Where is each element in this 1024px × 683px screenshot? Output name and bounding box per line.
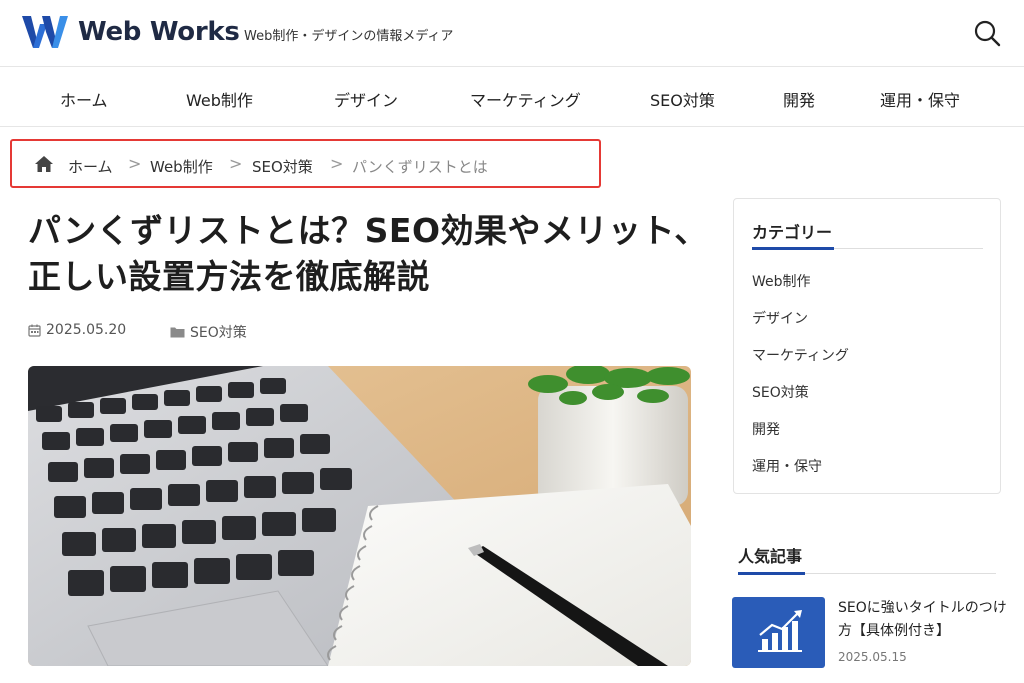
- post-category[interactable]: SEO対策: [170, 322, 247, 342]
- article-title-line2: 正しい設置方法を徹底解説: [28, 257, 430, 296]
- chart-up-icon: [758, 610, 802, 652]
- heading-underline: [738, 572, 805, 575]
- nav-item-design[interactable]: デザイン: [334, 87, 398, 111]
- breadcrumb-item-web[interactable]: Web制作: [150, 156, 213, 177]
- search-icon: [974, 20, 1001, 47]
- category-item-maintenance[interactable]: 運用・保守: [752, 456, 822, 476]
- breadcrumb-item-seo[interactable]: SEO対策: [252, 156, 313, 177]
- category-item-seo[interactable]: SEO対策: [752, 382, 809, 402]
- nav-item-home[interactable]: ホーム: [60, 87, 108, 111]
- category-item-design[interactable]: デザイン: [752, 308, 808, 328]
- global-nav: ホーム Web制作 デザイン マーケティング SEO対策 開発 運用・保守: [0, 68, 1024, 127]
- search-button[interactable]: [970, 16, 1004, 50]
- nav-item-seo[interactable]: SEO対策: [650, 87, 715, 111]
- breadcrumb-item-home[interactable]: ホーム: [68, 156, 113, 177]
- popular-post-title[interactable]: SEOに強いタイトルのつけ方【具体例付き】: [838, 597, 1008, 643]
- post-category-text: SEO対策: [190, 325, 247, 341]
- article-title-line1: パンくずリストとは？SEO効果やメリット、: [28, 211, 708, 250]
- post-date-text: 2025.05.20: [46, 322, 127, 338]
- hero-illustration: [28, 366, 691, 666]
- calendar-icon: [28, 324, 41, 337]
- site-tagline: Web制作・デザインの情報メディア: [244, 29, 454, 44]
- breadcrumb-current: パンくずリストとは: [352, 158, 488, 176]
- popular-heading: 人気記事: [738, 547, 803, 566]
- popular-post-thumbnail[interactable]: [732, 597, 825, 668]
- heading-underline: [752, 247, 834, 250]
- nav-item-marketing[interactable]: マーケティング: [470, 87, 581, 111]
- category-item-dev[interactable]: 開発: [752, 419, 780, 439]
- breadcrumb: ホーム > Web制作 > SEO対策 > パンくずリストとは: [10, 139, 601, 188]
- post-date: 2025.05.20: [28, 322, 126, 338]
- breadcrumb-separator: >: [330, 154, 344, 173]
- category-item-web[interactable]: Web制作: [752, 271, 811, 291]
- category-widget: カテゴリー Web制作 デザイン マーケティング SEO対策 開発 運用・保守: [733, 198, 1001, 494]
- site-logo[interactable]: Web Works: [22, 14, 240, 50]
- category-item-marketing[interactable]: マーケティング: [752, 345, 849, 365]
- breadcrumb-separator: >: [229, 154, 243, 173]
- nav-item-dev[interactable]: 開発: [783, 87, 815, 111]
- article-title: パンくずリストとは？SEO効果やメリット、 正しい設置方法を徹底解説: [28, 208, 708, 300]
- logo-text: Web Works: [78, 17, 240, 47]
- folder-icon: [170, 327, 185, 338]
- logo-w-icon: [22, 16, 68, 48]
- popular-post-date: 2025.05.15: [838, 650, 907, 664]
- hero-image: [28, 366, 691, 666]
- category-heading: カテゴリー: [752, 223, 833, 242]
- breadcrumb-separator: >: [128, 154, 142, 173]
- home-icon[interactable]: [34, 155, 54, 173]
- site-header: Web Works Web制作・デザインの情報メディア: [0, 0, 1024, 67]
- nav-item-maintenance[interactable]: 運用・保守: [880, 87, 960, 111]
- nav-item-web[interactable]: Web制作: [186, 87, 253, 111]
